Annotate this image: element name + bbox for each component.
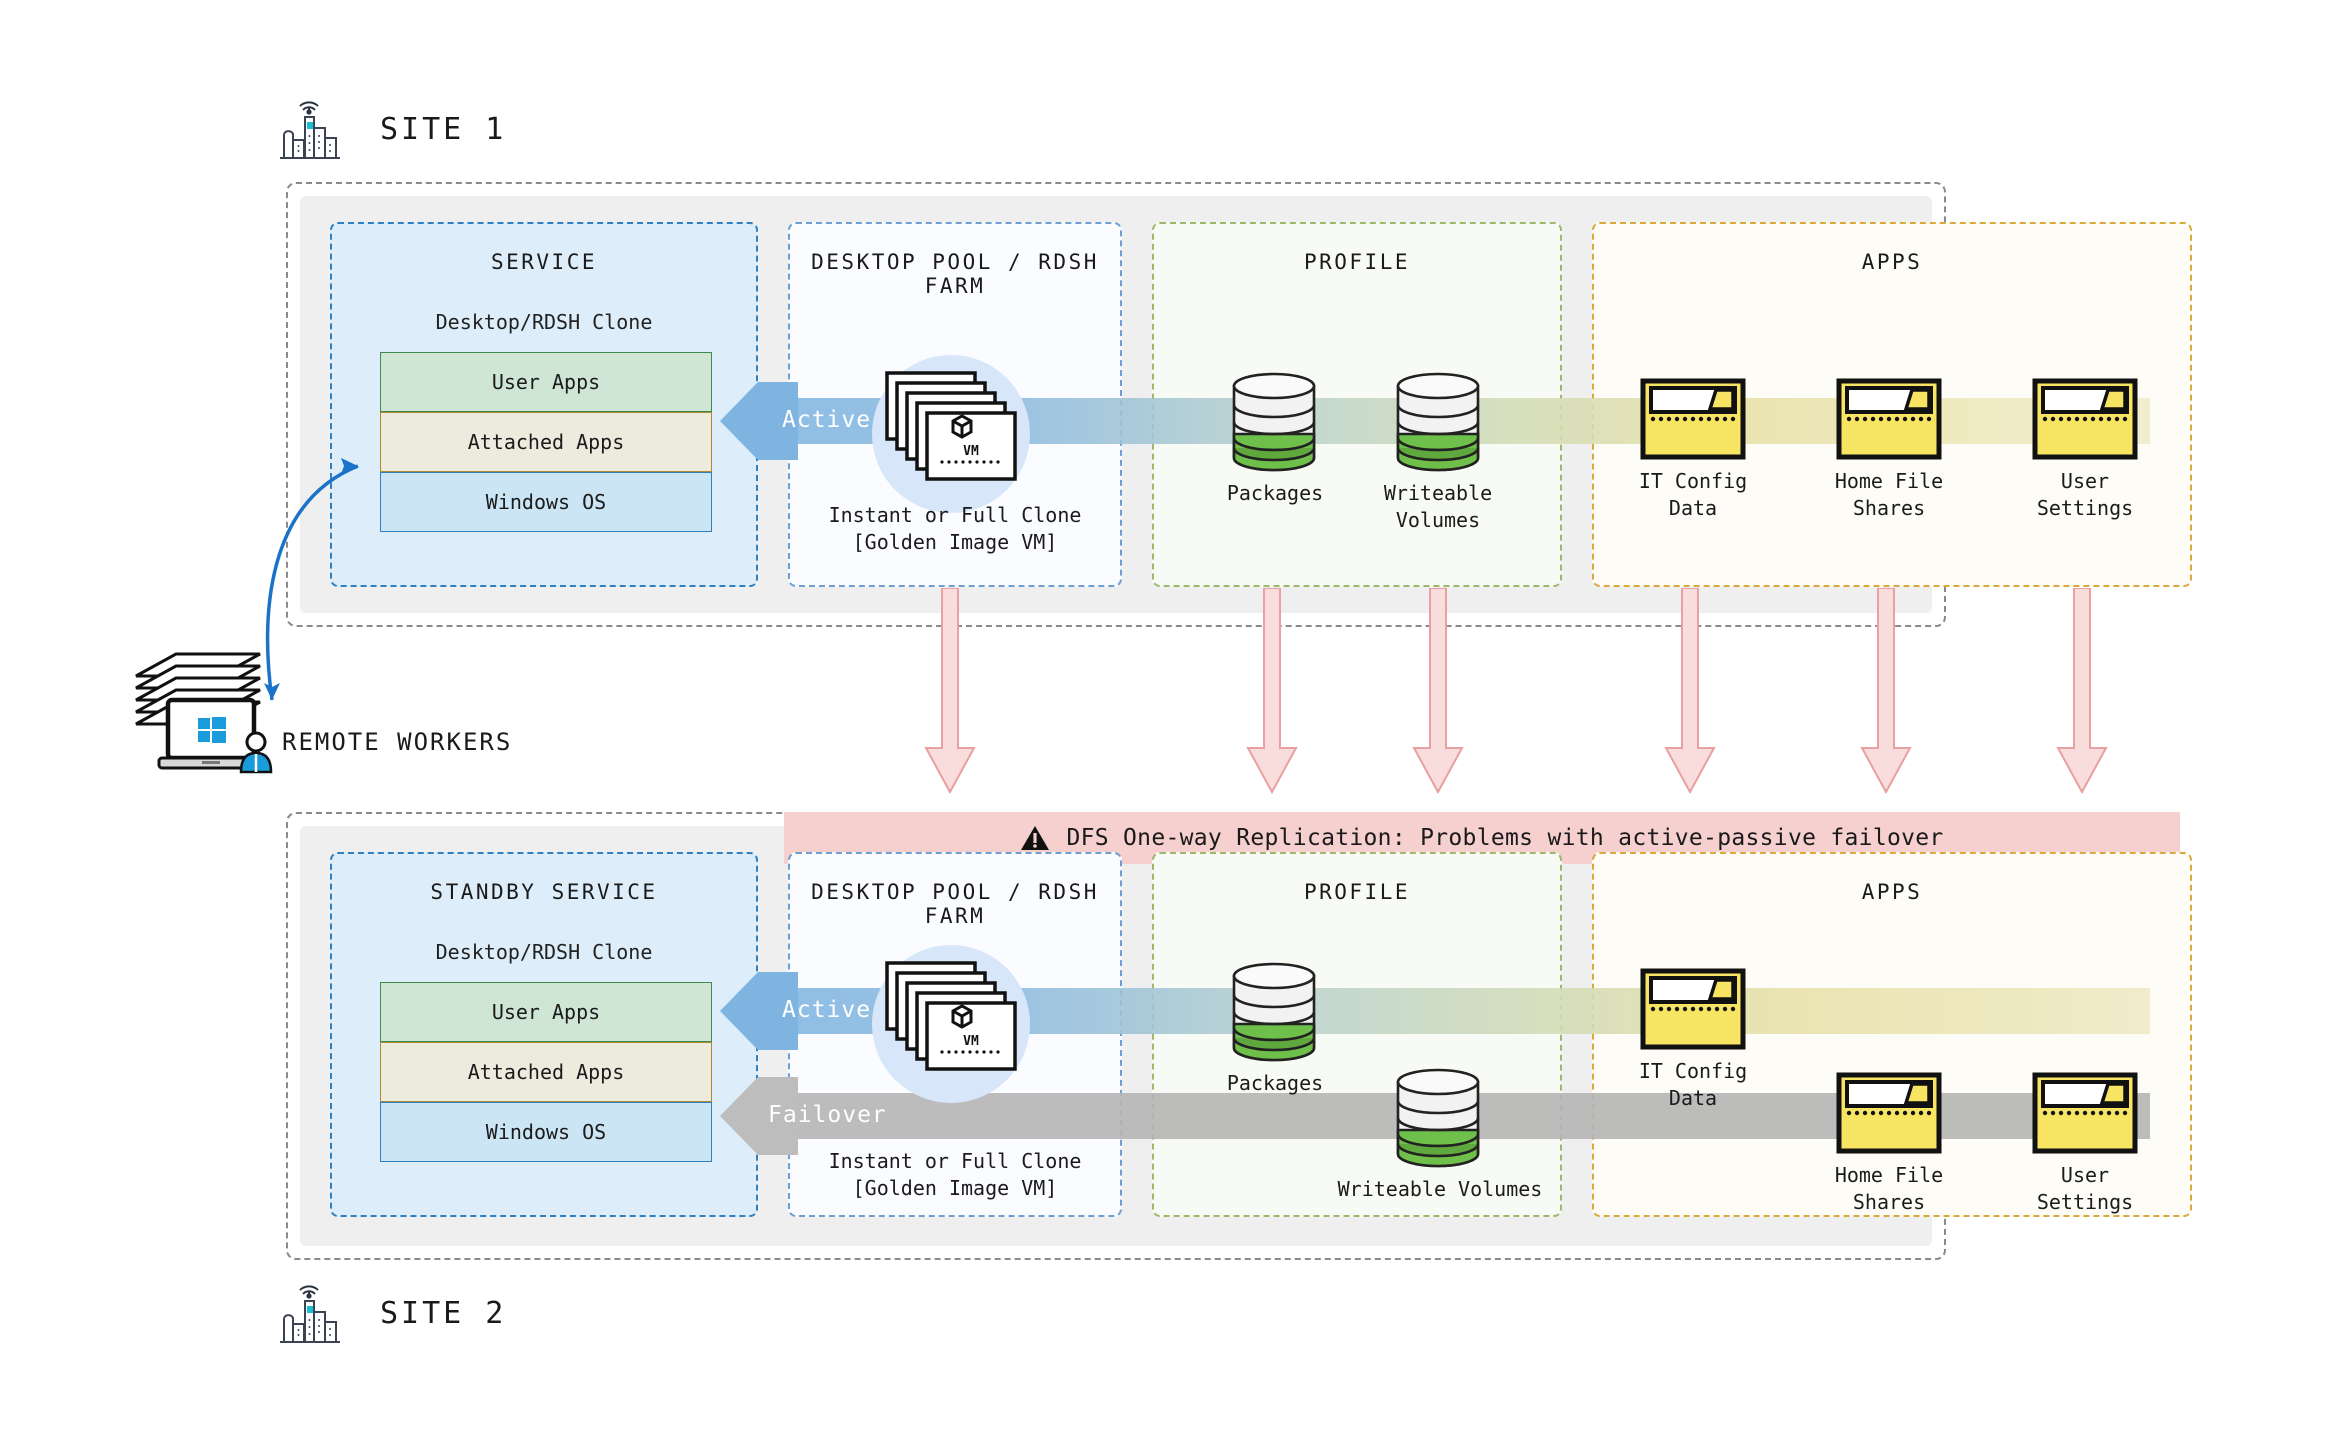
site1-active-band-label: Active: [782, 407, 872, 433]
replication-arrow-5: [1860, 588, 1912, 795]
site2-folder-user-settings-icon: [2032, 1072, 2138, 1154]
site2-folder-it-config-icon: [1640, 968, 1746, 1050]
site2-failover-band-label: Failover: [768, 1102, 887, 1128]
site1-label: SITE 1: [278, 98, 506, 160]
site1-layer-windows-os: Windows OS: [380, 472, 712, 532]
site1-pool-title: DESKTOP POOL / RDSH FARM: [811, 250, 1099, 298]
site1-apps-title: APPS: [1861, 250, 1923, 274]
site2-apps-title: APPS: [1861, 880, 1923, 904]
site1-service-title: SERVICE: [490, 250, 597, 274]
site2-db-writeable-volumes-icon: [1396, 1068, 1480, 1168]
site2-db-packages-label: Packages: [1226, 1071, 1324, 1095]
site2-folder-user-settings-label: User Settings: [2036, 1163, 2134, 1214]
site2-label-text: SITE 2: [380, 1295, 507, 1331]
remote-workers-label: REMOTE WORKERS: [282, 728, 513, 756]
site2-folder-it-config-label: IT Config Data: [1638, 1059, 1748, 1110]
site2-db-packages-icon: [1232, 962, 1316, 1062]
site1-folder-it-config-icon: [1640, 378, 1746, 460]
site1-service-panel: SERVICE Desktop/RDSH Clone User Apps Att…: [330, 222, 758, 587]
site1-profile-title: PROFILE: [1303, 250, 1410, 274]
site1-layer-windows-os-label: Windows OS: [485, 490, 607, 514]
site2-service-title: STANDBY SERVICE: [430, 880, 658, 904]
site2-layer-user-apps-label: User Apps: [491, 1000, 601, 1024]
site1-vm-stack-icon: VM: [885, 371, 1017, 481]
site1-db-packages-label: Packages: [1226, 481, 1324, 505]
site1-layer-attached-apps-label: Attached Apps: [467, 430, 625, 454]
site2-clone-caption: Desktop/RDSH Clone: [435, 940, 653, 964]
site1-db-writeable-volumes-icon: [1396, 372, 1480, 472]
site2-layer-attached-apps: Attached Apps: [380, 1042, 712, 1102]
site1-pool-caption: Instant or Full Clone [Golden Image VM]: [788, 502, 1122, 556]
replication-arrow-3: [1412, 588, 1464, 795]
site1-layer-attached-apps: Attached Apps: [380, 412, 712, 472]
site2-profile-title: PROFILE: [1303, 880, 1410, 904]
site1-folder-user-settings-label: User Settings: [2036, 469, 2134, 520]
site1-db-writeable-volumes-label: Writeable Volumes: [1383, 481, 1493, 532]
site1-layer-user-apps: User Apps: [380, 352, 712, 412]
svg-text:VM: VM: [963, 444, 979, 459]
dfs-banner-text: DFS One-way Replication: Problems with a…: [1066, 825, 1944, 851]
site1-folder-home-file-shares-label: Home File Shares: [1834, 469, 1944, 520]
site2-pool-caption-line2: [Golden Image VM]: [852, 1176, 1058, 1200]
site1-folder-home-file-shares-icon: [1836, 378, 1942, 460]
site1-clone-caption: Desktop/RDSH Clone: [435, 310, 653, 334]
site1-layer-user-apps-label: User Apps: [491, 370, 601, 394]
site1-folder-it-config-label: IT Config Data: [1638, 469, 1748, 520]
site1-db-packages-icon: [1232, 372, 1316, 472]
replication-arrow-4: [1664, 588, 1716, 795]
svg-text:VM: VM: [963, 1034, 979, 1049]
site2-layer-windows-os: Windows OS: [380, 1102, 712, 1162]
site2-profile-panel: PROFILE: [1152, 852, 1562, 1217]
replication-arrow-6: [2056, 588, 2108, 795]
replication-arrow-2: [1246, 588, 1298, 795]
site1-label-text: SITE 1: [380, 111, 507, 147]
site2-layer-attached-apps-label: Attached Apps: [467, 1060, 625, 1084]
site2-folder-home-file-shares-icon: [1836, 1072, 1942, 1154]
city-antenna-icon: [280, 1285, 340, 1343]
city-antenna-icon: [280, 101, 340, 159]
replication-arrow-1: [924, 588, 976, 795]
site1-folder-user-settings-icon: [2032, 378, 2138, 460]
site2-layer-user-apps: User Apps: [380, 982, 712, 1042]
site2-folder-home-file-shares-label: Home File Shares: [1834, 1163, 1944, 1214]
remote-workers-icon: [135, 652, 273, 774]
site2-active-band-label: Active: [782, 997, 872, 1023]
site2-layer-windows-os-label: Windows OS: [485, 1120, 607, 1144]
site1-pool-caption-line1: Instant or Full Clone: [828, 503, 1082, 527]
site2-label: SITE 2: [278, 1282, 506, 1344]
warning-triangle-icon: [1021, 826, 1050, 850]
site2-db-writeable-volumes-label: Writeable Volumes: [1337, 1177, 1543, 1201]
site2-pool-caption-line1: Instant or Full Clone: [828, 1149, 1082, 1173]
site1-pool-caption-line2: [Golden Image VM]: [852, 530, 1058, 554]
site2-pool-caption: Instant or Full Clone [Golden Image VM]: [788, 1148, 1122, 1202]
site2-vm-stack-icon: VM: [885, 961, 1017, 1071]
site2-service-panel: STANDBY SERVICE Desktop/RDSH Clone User …: [330, 852, 758, 1217]
site2-pool-title: DESKTOP POOL / RDSH FARM: [811, 880, 1099, 928]
